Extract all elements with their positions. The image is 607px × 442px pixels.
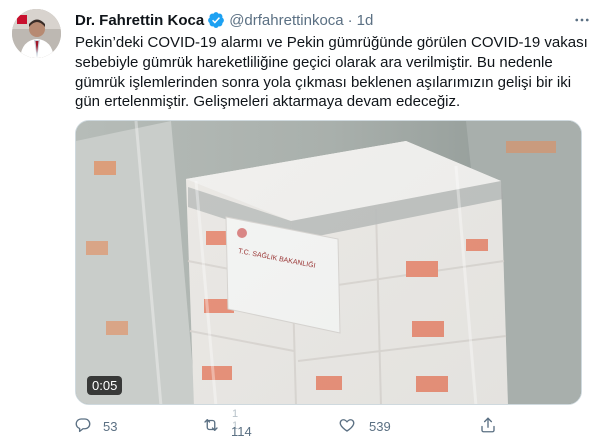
like-button[interactable]: 539 (338, 414, 391, 438)
like-count: 539 (369, 418, 391, 434)
reply-button[interactable]: 53 (74, 414, 117, 438)
verified-badge-icon (207, 11, 225, 29)
video-timestamp: 0:05 (87, 376, 123, 395)
tweet-time[interactable]: 1d (357, 12, 374, 29)
retweet-button[interactable]: 1 1 114 (202, 408, 252, 439)
share-icon (479, 416, 497, 437)
reply-icon (74, 416, 92, 437)
tweet-header: Dr. Fahrettin Koca @drfahrettinkoca · 1d (75, 10, 593, 30)
reply-count: 53 (103, 418, 118, 434)
tweet-actions: 53 1 1 114 539 (66, 408, 506, 439)
author-name[interactable]: Dr. Fahrettin Koca (75, 12, 204, 29)
video-frame (76, 121, 581, 404)
retweet-icon (202, 416, 220, 437)
heart-icon (338, 416, 356, 437)
share-button[interactable] (479, 414, 497, 438)
retweet-count: 114 (231, 424, 252, 439)
more-options-icon[interactable] (571, 10, 593, 30)
tweet[interactable]: Dr. Fahrettin Koca @drfahrettinkoca · 1d… (0, 0, 607, 442)
tweet-text: Pekin’deki COVID-19 alarmı ve Pekin gümr… (75, 34, 588, 111)
video-player[interactable]: T.C. SAĞLIK BAKANLIĞI 0:05 (75, 120, 582, 405)
avatar-image (12, 9, 61, 58)
author-handle[interactable]: @drfahrettinkoca (229, 12, 343, 29)
avatar[interactable] (12, 9, 61, 58)
separator-dot: · (347, 11, 353, 29)
